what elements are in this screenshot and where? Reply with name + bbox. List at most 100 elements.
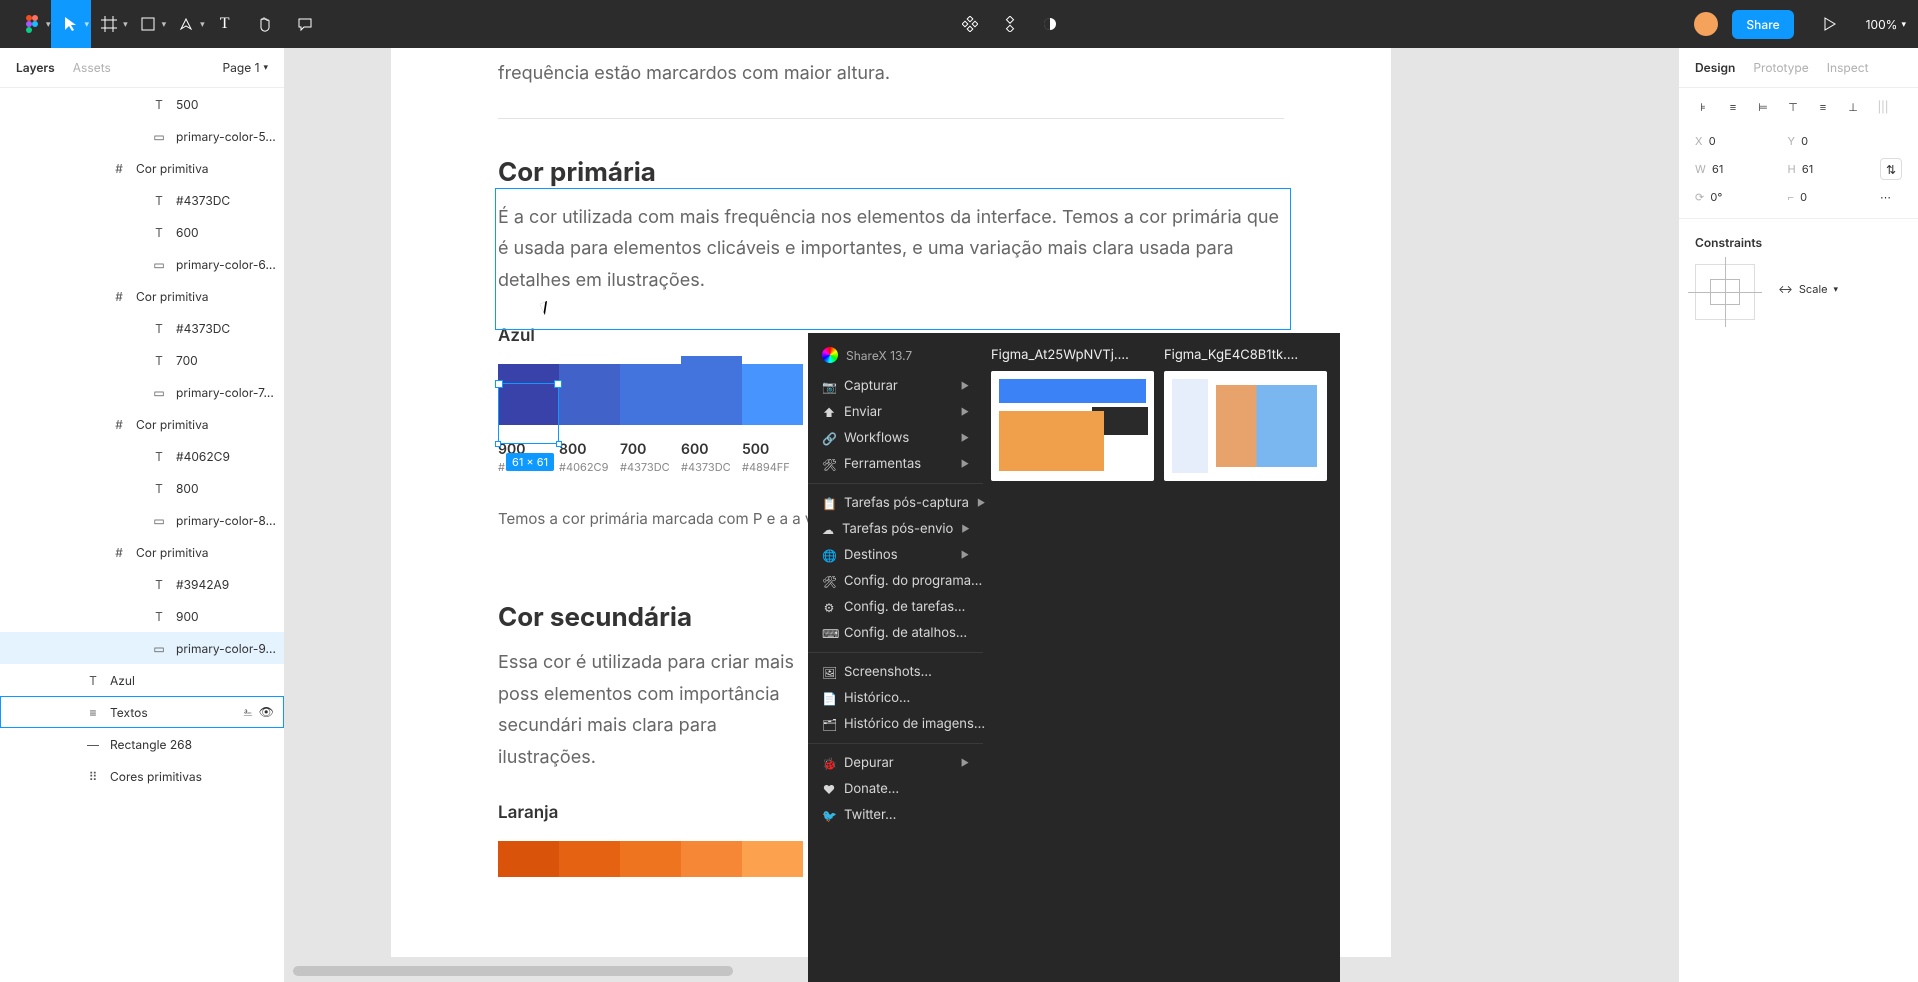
sharex-menu-item[interactable]: 📷Capturar▶ — [808, 373, 983, 399]
constraint-h-select[interactable]: ↔ Scale ▾ — [1778, 282, 1838, 296]
align-right-icon[interactable]: ⊨ — [1755, 100, 1771, 114]
frame-caret-icon[interactable]: ▾ — [123, 19, 128, 30]
color-swatch[interactable] — [498, 841, 559, 877]
layer-row[interactable]: ▭primary-color-6... — [0, 248, 284, 280]
more-options-icon[interactable]: ⋯ — [1880, 190, 1902, 204]
text-tool-icon[interactable]: T — [205, 0, 245, 48]
pen-caret-icon[interactable]: ▾ — [200, 19, 205, 30]
layer-row[interactable]: T800 — [0, 472, 284, 504]
page-selector[interactable]: Page 1▾ — [222, 60, 268, 75]
rotation-icon: ⟳ — [1695, 190, 1704, 204]
hand-tool-icon[interactable] — [245, 0, 285, 48]
layer-row[interactable]: TAzul — [0, 664, 284, 696]
align-hcenter-icon[interactable]: ≡ — [1725, 100, 1741, 114]
sharex-menu-item[interactable]: 🐞Depurar▶ — [808, 750, 983, 776]
share-button[interactable]: Share — [1732, 10, 1793, 39]
shape-caret-icon[interactable]: ▾ — [162, 19, 167, 30]
color-swatch[interactable] — [681, 841, 742, 877]
sharex-menu-item[interactable]: 🔗Workflows▶ — [808, 425, 983, 451]
user-avatar[interactable] — [1694, 12, 1718, 36]
layer-row[interactable]: ▭primary-color-7... — [0, 376, 284, 408]
tab-prototype[interactable]: Prototype — [1753, 60, 1808, 75]
color-swatch[interactable] — [620, 364, 681, 425]
sharex-menu-item[interactable]: ❤Donate... — [808, 776, 983, 802]
comment-tool-icon[interactable] — [285, 0, 325, 48]
layer-label: Cor primitiva — [136, 161, 209, 176]
layer-row[interactable]: #Cor primitiva — [0, 536, 284, 568]
color-swatch[interactable] — [681, 356, 742, 425]
layer-row[interactable]: #Cor primitiva — [0, 280, 284, 312]
lock-icon[interactable]: ⎁ — [243, 704, 253, 720]
layer-list[interactable]: T500▭primary-color-5...#Cor primitivaT#4… — [0, 88, 284, 982]
sharex-logo-icon — [822, 347, 838, 363]
layer-row[interactable]: T600 — [0, 216, 284, 248]
color-swatch[interactable] — [742, 841, 803, 877]
sharex-menu-item[interactable]: 📄Histórico... — [808, 685, 983, 711]
layer-row[interactable]: T700 — [0, 344, 284, 376]
color-swatch[interactable] — [559, 364, 620, 425]
secondary-color-body: Essa cor é utilizada para criar mais pos… — [498, 647, 818, 773]
sharex-menu-item[interactable]: 🐦Twitter... — [808, 802, 983, 828]
menu-caret-icon[interactable]: ▾ — [46, 19, 51, 30]
sharex-menu-item[interactable]: 🛠Ferramentas▶ — [808, 451, 983, 477]
color-swatch[interactable] — [742, 364, 803, 425]
tab-layers[interactable]: Layers — [16, 60, 55, 75]
align-bottom-icon[interactable]: ⊥ — [1845, 100, 1861, 114]
tab-inspect[interactable]: Inspect — [1827, 60, 1869, 75]
align-top-icon[interactable]: ⊤ — [1785, 100, 1801, 114]
sharex-menu-item[interactable]: ⌨Config. de atalhos... — [808, 620, 983, 646]
swatch-weight: 700 — [620, 441, 681, 458]
y-input[interactable]: 0 — [1801, 134, 1808, 148]
layer-row[interactable]: T#4373DC — [0, 184, 284, 216]
rotation-input[interactable]: 0° — [1710, 190, 1722, 204]
sharex-menu-item[interactable]: 🖼Screenshots... — [808, 659, 983, 685]
sharex-menu-item[interactable]: ⚙Config. de tarefas... — [808, 594, 983, 620]
layer-row[interactable]: T900 — [0, 600, 284, 632]
sharex-menu-item[interactable]: 🛠Config. do programa... — [808, 568, 983, 594]
sharex-thumb-1[interactable]: Figma_At25WpNVTj.... — [991, 347, 1154, 982]
constraints-widget[interactable] — [1695, 264, 1755, 320]
layer-row[interactable]: ▭primary-color-5... — [0, 120, 284, 152]
sharex-thumb-2[interactable]: Figma_KgE4C8B1tk.... — [1164, 347, 1327, 982]
layer-row[interactable]: T#3942A9 — [0, 568, 284, 600]
sharex-menu-item[interactable]: 📋Tarefas pós-captura▶ — [808, 490, 983, 516]
layer-row[interactable]: #Cor primitiva — [0, 152, 284, 184]
distribute-icon[interactable]: ||| — [1875, 100, 1891, 114]
boolean-tool-icon[interactable] — [1030, 0, 1070, 48]
component-tool-icon[interactable] — [950, 0, 990, 48]
layer-label: Cor primitiva — [136, 545, 209, 560]
layer-row[interactable]: ≡Textos⎁👁 — [0, 696, 284, 728]
tab-design[interactable]: Design — [1695, 60, 1735, 75]
sharex-menu-item[interactable]: ⬆Enviar▶ — [808, 399, 983, 425]
layer-row[interactable]: #Cor primitiva — [0, 408, 284, 440]
x-input[interactable]: 0 — [1709, 134, 1716, 148]
w-input[interactable]: 61 — [1712, 162, 1723, 176]
align-left-icon[interactable]: ⊧ — [1695, 100, 1711, 114]
menu-item-icon: 🗂 — [822, 717, 836, 732]
color-swatch[interactable] — [559, 841, 620, 877]
menu-item-label: Twitter... — [844, 807, 896, 823]
mask-tool-icon[interactable] — [990, 0, 1030, 48]
layer-row[interactable]: ▭primary-color-8... — [0, 504, 284, 536]
present-icon[interactable] — [1810, 0, 1850, 48]
layer-row[interactable]: T#4062C9 — [0, 440, 284, 472]
align-vcenter-icon[interactable]: ≡ — [1815, 100, 1831, 114]
canvas-scrollbar[interactable] — [293, 966, 733, 976]
radius-input[interactable]: 0 — [1800, 190, 1807, 204]
layer-row[interactable]: T#4373DC — [0, 312, 284, 344]
layer-row[interactable]: —Rectangle 268 — [0, 728, 284, 760]
layer-row[interactable]: T500 — [0, 88, 284, 120]
constrain-proportions-icon[interactable]: ⇅ — [1880, 158, 1902, 180]
layer-row[interactable]: ⠿Cores primitivas — [0, 760, 284, 792]
tab-assets[interactable]: Assets — [73, 60, 111, 75]
visibility-icon[interactable]: 👁 — [259, 704, 274, 720]
swatch-hex: #4062C9 — [559, 460, 620, 474]
sharex-menu-item[interactable]: ☁Tarefas pós-envio▶ — [808, 516, 983, 542]
sharex-menu-item[interactable]: 🌐Destinos▶ — [808, 542, 983, 568]
layer-row[interactable]: ▭primary-color-9... — [0, 632, 284, 664]
sharex-menu-item[interactable]: 🗂Histórico de imagens... — [808, 711, 983, 737]
h-input[interactable]: 61 — [1802, 162, 1813, 176]
move-caret-icon[interactable]: ▾ — [85, 19, 90, 30]
zoom-dropdown[interactable]: 100%▾ — [1866, 17, 1906, 32]
color-swatch[interactable] — [620, 841, 681, 877]
